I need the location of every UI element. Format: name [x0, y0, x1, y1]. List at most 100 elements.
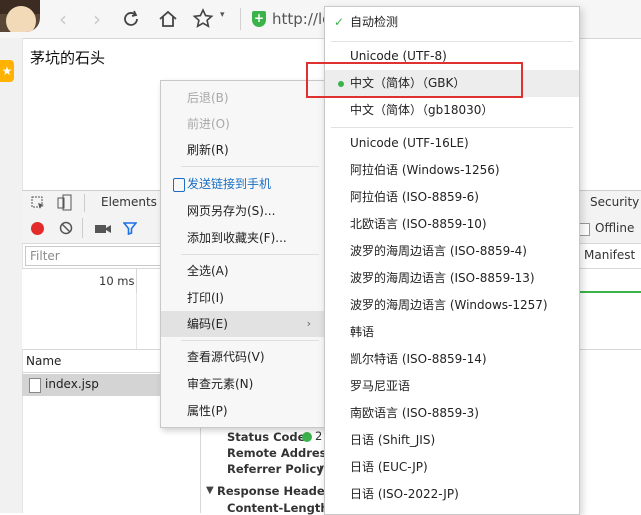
encoding-item[interactable]: 阿拉伯语 (ISO-8859-6): [325, 184, 579, 211]
menu-item-inspect[interactable]: 审查元素(N): [161, 371, 325, 397]
menu-separator: [331, 127, 573, 128]
encoding-item[interactable]: 日语 (Shift_JIS): [325, 427, 579, 454]
divider: [84, 194, 85, 212]
highlight-box: [306, 62, 523, 98]
encoding-item-label: 阿拉伯语 (Windows-1256): [350, 163, 500, 177]
encoding-item[interactable]: 日语 (EUC-JP): [325, 454, 579, 481]
encoding-item[interactable]: 日语 (ISO-2022-JP): [325, 481, 579, 508]
camera-icon[interactable]: [95, 223, 111, 238]
timeline-label: 10 ms: [99, 274, 135, 288]
encoding-item-label: 罗马尼亚语: [350, 379, 411, 393]
grid-line: [136, 293, 137, 349]
check-icon: ✓: [334, 15, 345, 29]
device-toolbar-icon[interactable]: [57, 194, 73, 215]
encoding-item-auto-detect[interactable]: ✓ 自动检测: [325, 9, 579, 36]
encoding-item-label: 韩语: [350, 325, 375, 339]
remote-address-label: Remote Address:: [227, 446, 338, 460]
tab-manifest[interactable]: Manifest: [584, 248, 635, 262]
shield-icon: +: [252, 11, 266, 27]
referrer-policy-label: Referrer Policy:: [227, 462, 329, 476]
encoding-item[interactable]: 罗马尼亚语: [325, 373, 579, 400]
menu-item-send-to-phone[interactable]: 发送链接到手机: [161, 171, 325, 197]
menu-item-forward[interactable]: 前进(O): [161, 111, 325, 137]
menu-item-label: 添加到收藏夹(F)...: [187, 231, 287, 245]
encoding-item-label: 波罗的海周边语言 (Windows-1257): [350, 298, 548, 312]
status-code-value-fragment: 2: [315, 429, 323, 443]
refresh-icon[interactable]: [120, 8, 142, 33]
context-menu: 后退(B) 前进(O) 刷新(R) 发送链接到手机 网页另存为(S)... 添加…: [160, 80, 326, 428]
menu-item-refresh[interactable]: 刷新(R): [161, 137, 325, 163]
encoding-item-label: 日语 (Shift_JIS): [350, 433, 436, 447]
clear-icon[interactable]: [59, 221, 73, 238]
encoding-item[interactable]: 波罗的海周边语言 (ISO-8859-13): [325, 265, 579, 292]
expand-triangle-icon[interactable]: ▼: [206, 485, 214, 496]
encoding-item[interactable]: 阿拉伯语 (Windows-1256): [325, 157, 579, 184]
encoding-item[interactable]: 韩语: [325, 319, 579, 346]
divider: [240, 8, 241, 30]
file-icon: [29, 378, 41, 393]
inspect-icon[interactable]: [31, 196, 45, 213]
user-avatar[interactable]: [0, 0, 40, 32]
encoding-item-label: 凯尔特语 (ISO-8859-14): [350, 352, 487, 366]
favorites-star-icon[interactable]: ★: [0, 60, 14, 82]
encoding-item[interactable]: 南欧语言 (ISO-8859-3): [325, 400, 579, 427]
tab-elements[interactable]: Elements: [101, 195, 157, 209]
page-title: 茅坑的石头: [30, 49, 106, 67]
encoding-item-label: 自动检测: [350, 15, 399, 29]
menu-item-label: 全选(A): [187, 264, 229, 278]
file-name[interactable]: index.jsp: [45, 377, 99, 391]
encoding-item[interactable]: 北欧语言 (ISO-8859-10): [325, 211, 579, 238]
menu-item-select-all[interactable]: 全选(A): [161, 258, 325, 284]
timeline-tick: [136, 269, 137, 293]
encoding-item[interactable]: Unicode (UTF-16LE): [325, 130, 579, 157]
record-icon[interactable]: [31, 222, 44, 235]
encoding-item[interactable]: 凯尔特语 (ISO-8859-14): [325, 346, 579, 373]
forward-icon[interactable]: ›: [82, 0, 112, 38]
name-column-header[interactable]: Name: [26, 354, 61, 368]
menu-item-label: 审查元素(N): [187, 377, 254, 391]
headers-panel: Status Code: 2 Remote Address: Referrer …: [200, 420, 338, 515]
chevron-down-icon[interactable]: ▾: [220, 10, 225, 20]
menu-separator: [181, 166, 319, 167]
menu-item-save-as[interactable]: 网页另存为(S)...: [161, 198, 325, 224]
status-code-label: Status Code:: [227, 430, 311, 444]
encoding-item[interactable]: 波罗的海周边语言 (Windows-1257): [325, 292, 579, 319]
phone-link-icon: [173, 178, 185, 192]
divider: [82, 218, 83, 238]
filter-icon[interactable]: [122, 221, 138, 238]
menu-item-label: 后退(B): [187, 91, 229, 105]
response-headers-title[interactable]: Response Headers: [217, 484, 337, 498]
menu-item-label: 网页另存为(S)...: [187, 204, 276, 218]
menu-item-encoding[interactable]: 编码(E) ›: [161, 311, 325, 337]
encoding-item-label: 南欧语言 (ISO-8859-3): [350, 406, 479, 420]
home-icon[interactable]: [157, 8, 179, 33]
status-ok-icon: [302, 432, 312, 442]
encoding-item[interactable]: 中文（简体）（gb18030）: [325, 97, 579, 124]
encoding-item-label: 日语 (EUC-JP): [350, 460, 428, 474]
filter-input[interactable]: Filter: [25, 246, 165, 266]
offline-label: Offline: [595, 221, 635, 235]
chevron-right-icon: ›: [306, 317, 311, 330]
encoding-item[interactable]: 波罗的海周边语言 (ISO-8859-4): [325, 238, 579, 265]
menu-item-print[interactable]: 打印(I): [161, 285, 325, 311]
menu-item-add-favorite[interactable]: 添加到收藏夹(F)...: [161, 225, 325, 251]
star-icon[interactable]: [191, 7, 215, 34]
side-strip: [0, 38, 23, 513]
url-text: http://lo: [272, 10, 332, 28]
menu-item-label: 属性(P): [187, 404, 228, 418]
menu-item-label: 打印(I): [187, 291, 224, 305]
encoding-item-label: 波罗的海周边语言 (ISO-8859-4): [350, 244, 527, 258]
menu-item-view-source[interactable]: 查看源代码(V): [161, 344, 325, 370]
menu-item-properties[interactable]: 属性(P): [161, 398, 325, 424]
menu-separator: [331, 41, 573, 42]
menu-separator: [181, 254, 319, 255]
menu-item-label: 发送链接到手机: [187, 177, 272, 191]
encoding-item-label: 北欧语言 (ISO-8859-10): [350, 217, 487, 231]
tab-security[interactable]: Security: [590, 195, 639, 209]
encoding-item-label: 波罗的海周边语言 (ISO-8859-13): [350, 271, 535, 285]
menu-item-back[interactable]: 后退(B): [161, 85, 325, 111]
back-icon[interactable]: ‹: [48, 0, 78, 38]
encoding-item-label: 阿拉伯语 (ISO-8859-6): [350, 190, 479, 204]
menu-item-label: 前进(O): [187, 117, 230, 131]
encoding-item-label: 日语 (ISO-2022-JP): [350, 487, 459, 501]
